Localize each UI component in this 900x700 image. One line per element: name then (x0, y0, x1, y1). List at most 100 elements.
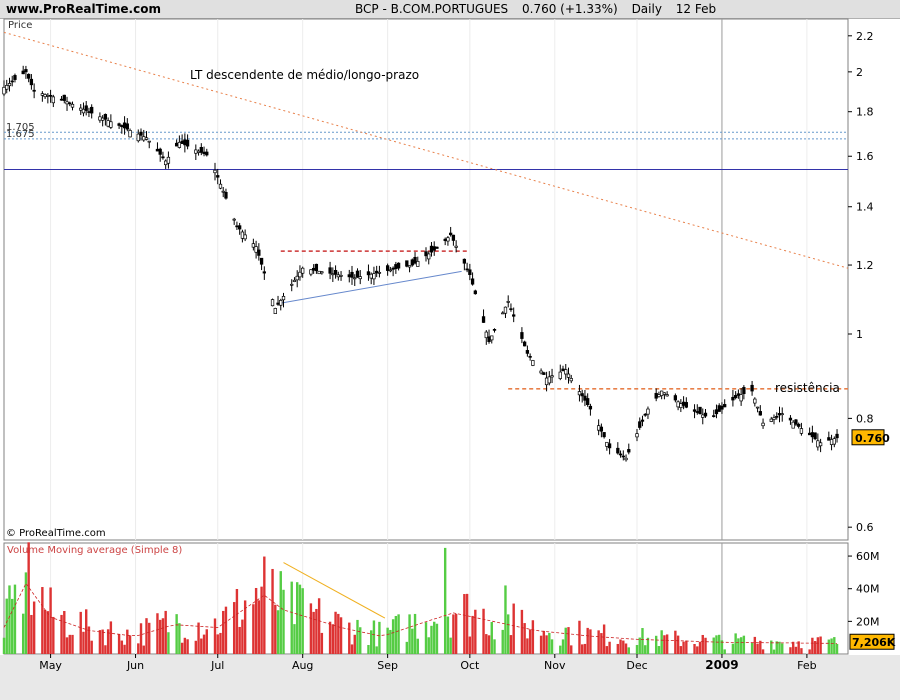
volume-bar (5, 598, 8, 654)
candle-body (698, 406, 702, 415)
volume-bar (723, 649, 726, 654)
candle-body (79, 107, 83, 111)
volume-bar (586, 627, 589, 654)
candle-body (465, 268, 469, 271)
candle-body (177, 141, 182, 148)
volume-bar (224, 606, 228, 654)
candle-body (391, 267, 395, 270)
candle-body (199, 147, 203, 153)
candle-body (692, 409, 697, 412)
volume-bar (756, 643, 759, 654)
volume-bar (693, 644, 696, 654)
candle-body (602, 432, 606, 438)
candle-body (29, 78, 34, 86)
volume-bar (219, 632, 222, 654)
volume-bar (583, 643, 587, 654)
volume-bar (449, 637, 452, 654)
candle-body (183, 139, 187, 146)
volume-bar (772, 649, 776, 654)
volume-bar (794, 646, 798, 654)
candle-body (435, 246, 439, 249)
candle-body (791, 421, 795, 429)
candle-body (638, 421, 642, 428)
volume-bar (13, 584, 17, 654)
volume-bar (433, 621, 436, 654)
volume-bar (139, 623, 143, 654)
volume-bar (82, 631, 85, 654)
volume-bar (213, 618, 217, 654)
candle-body (106, 120, 110, 127)
volume-bar (339, 617, 343, 654)
volume-bar (446, 616, 450, 654)
candle-body (251, 243, 256, 248)
candle-body (366, 271, 371, 276)
candle-body (333, 269, 338, 275)
volume-bar (501, 629, 504, 654)
volume-bar (704, 637, 707, 654)
volume-bar (718, 634, 721, 654)
candle-body (136, 133, 140, 142)
volume-bar (241, 619, 244, 654)
candle-body (350, 271, 354, 278)
candle-body (720, 405, 724, 410)
price-tick-label: 1.8 (856, 106, 874, 119)
volume-bar (753, 636, 757, 654)
candle-body (369, 273, 373, 279)
volume-bar (482, 608, 485, 654)
candle-body (446, 237, 450, 242)
volume-bar (781, 643, 784, 654)
volume-bar (378, 621, 381, 654)
volume-bar (353, 634, 356, 654)
volume-bar (200, 638, 203, 654)
volume-bar (180, 642, 184, 654)
volume-bar (646, 637, 650, 654)
candle-body (772, 417, 776, 420)
candle-body (166, 156, 171, 164)
candle-body (539, 370, 543, 374)
candle-body (139, 131, 143, 136)
candle-body (46, 94, 50, 97)
candle-body (424, 251, 428, 257)
volume-bar (561, 639, 565, 654)
candle-body (588, 405, 593, 410)
candle-body (62, 94, 66, 101)
candle-body (301, 267, 305, 274)
volume-bar (624, 643, 628, 654)
candle-body (753, 398, 757, 404)
candle-body (635, 433, 639, 438)
volume-bar (68, 634, 71, 654)
volume-bar (443, 547, 447, 654)
volume-bar (120, 640, 124, 654)
volume-bar (312, 611, 315, 654)
volume-bar (600, 633, 603, 654)
candle-body (750, 384, 754, 392)
volume-bar (819, 636, 822, 654)
volume-bar (183, 637, 187, 654)
volume-bar (202, 634, 206, 654)
x-tick-label: May (39, 659, 62, 672)
volume-bar (315, 608, 318, 654)
candle-body (180, 140, 184, 144)
volume-bar (580, 644, 584, 654)
candle-body (742, 387, 746, 395)
volume-bar (282, 589, 285, 654)
volume-bar (117, 633, 121, 654)
volume-bar (178, 623, 181, 654)
volume-bar (301, 588, 304, 654)
x-tick-label: Nov (544, 659, 566, 672)
candle-body (100, 117, 105, 121)
candle-body (103, 113, 108, 120)
volume-bar (679, 646, 683, 654)
volume-bar (85, 609, 88, 654)
candle-body (65, 101, 69, 105)
volume-bar (413, 613, 417, 654)
candle-body (564, 369, 568, 375)
volume-bar (665, 634, 669, 654)
volume-bar (816, 637, 820, 654)
candle-body (470, 278, 475, 285)
volume-bar (715, 635, 718, 654)
volume-bar (41, 587, 44, 654)
volume-bar (290, 581, 293, 654)
candle-body (520, 332, 524, 339)
volume-bar (254, 587, 258, 654)
